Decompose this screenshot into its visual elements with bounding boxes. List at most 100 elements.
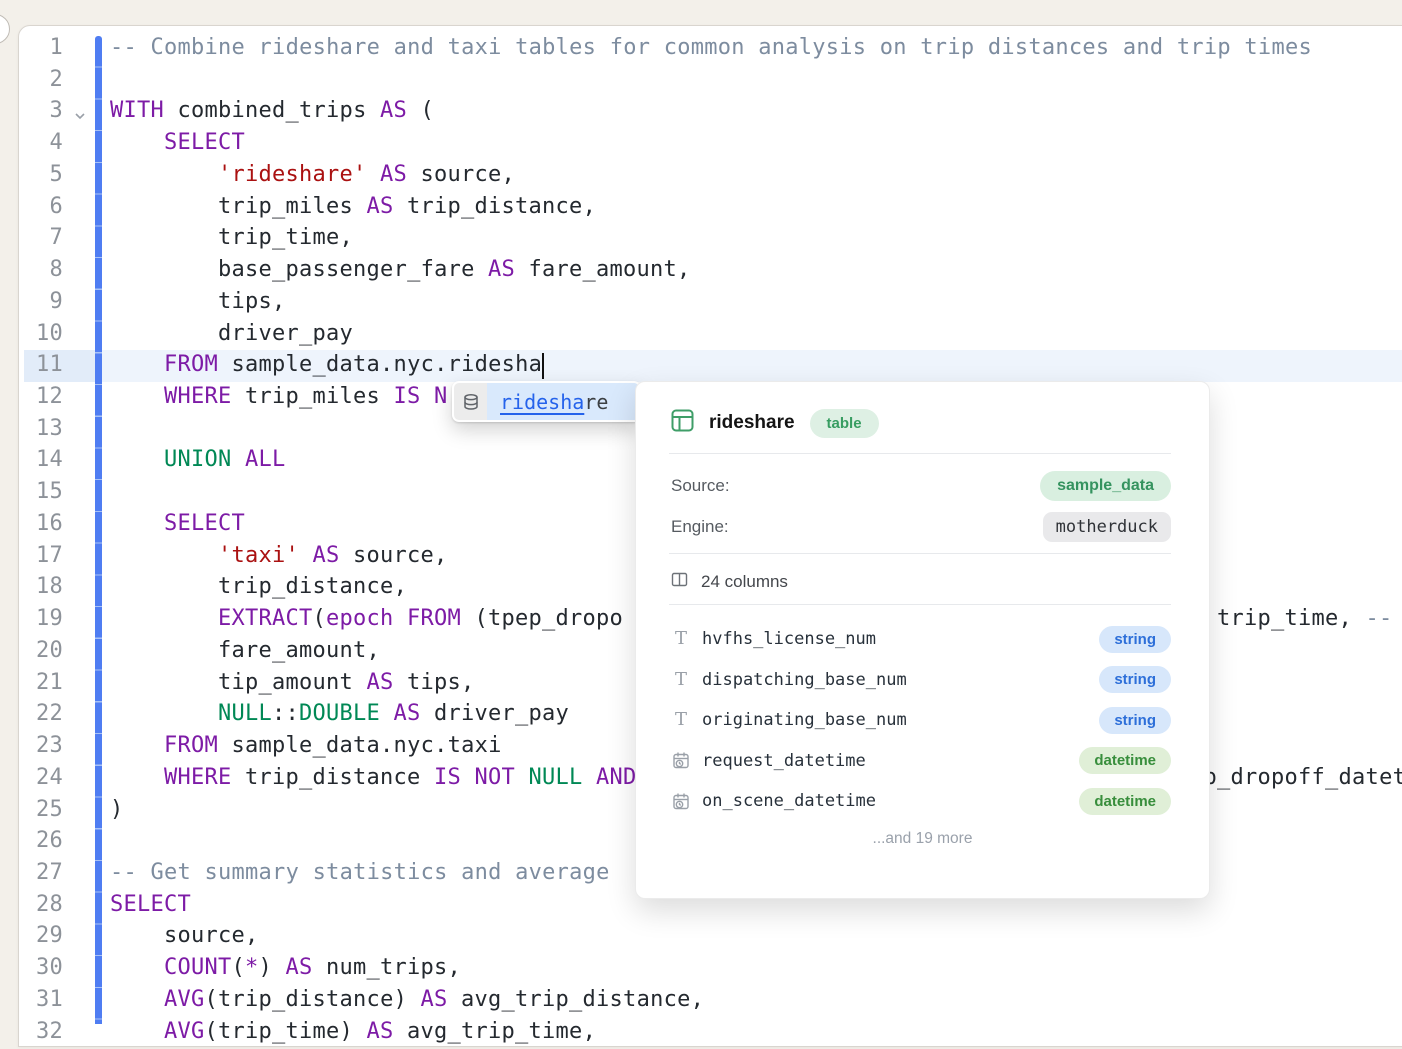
engine-row: Engine: motherduck (671, 507, 1171, 547)
code-line[interactable]: 6trip_milesAStrip_distance, (0, 192, 1402, 224)
database-icon (454, 383, 487, 420)
code-token: WHERE (164, 384, 232, 409)
line-number: 12 (6, 384, 63, 409)
column-type-badge: string (1099, 666, 1171, 693)
line-number: 27 (6, 860, 63, 885)
columns-count-row: 24 columns (671, 564, 788, 600)
code-line[interactable]: 5 'rideshare' AS source, (0, 160, 1402, 192)
code-line[interactable]: 30COUNT(*)ASnum_trips, (0, 953, 1402, 985)
code-line[interactable]: 11 FROM sample_data.nyc.ridesha (0, 350, 1402, 382)
code-token: (trip_time) (205, 1019, 354, 1044)
column-row: on_scene_datetimedatetime (671, 781, 1171, 821)
code-line[interactable]: 3WITHcombined_tripsAS( (0, 96, 1402, 128)
code-token: IS (434, 765, 461, 790)
autocomplete-popup: rideshare (452, 381, 641, 422)
code-token: AS (380, 162, 407, 187)
code-token: AS (286, 955, 313, 980)
line-number: 21 (6, 670, 63, 695)
line-number: 3 (6, 98, 63, 123)
code-token: sample_data.nyc.taxi (232, 733, 502, 758)
code-token: FROM (164, 352, 218, 377)
line-number: 30 (6, 955, 63, 980)
code-token: FROM (164, 733, 218, 758)
line-number: 17 (6, 543, 63, 568)
code-token: sample_data.nyc.ridesha (232, 352, 543, 377)
line-number: 10 (6, 321, 63, 346)
line-number: 7 (6, 225, 63, 250)
code-token: trip_distance, (407, 194, 596, 219)
autocomplete-item-rideshare[interactable]: rideshare (487, 383, 639, 420)
code-token: epoch (326, 606, 394, 631)
line-number: 26 (6, 828, 63, 853)
line-number: 2 (6, 67, 63, 92)
line-number: 11 (6, 352, 63, 377)
column-type-badge: string (1099, 626, 1171, 653)
code-token: tip_amount (218, 670, 353, 695)
code-line[interactable]: 7 trip_time, (0, 223, 1402, 255)
code-token: SELECT (164, 130, 245, 155)
code-token: -- Combine rideshare and taxi tables for… (110, 35, 1312, 60)
code-token: DOUBLE (299, 701, 380, 726)
line-number: 24 (6, 765, 63, 790)
code-token: -- Get summary statistics and average (110, 860, 610, 885)
line-number: 28 (6, 892, 63, 917)
code-line[interactable]: 10driver_pay (0, 319, 1402, 351)
line-number: 5 (6, 162, 63, 187)
code-token: * (245, 955, 259, 980)
code-line[interactable]: 1-- Combine rideshare and taxi tables fo… (0, 33, 1402, 65)
table-icon (671, 409, 694, 437)
column-row: request_datetime datetime (671, 741, 1171, 781)
code-line[interactable]: 29source, (0, 921, 1402, 953)
column-name: request_datetime (702, 751, 866, 771)
code-token: EXTRACT (218, 606, 313, 631)
autocomplete-rest-text: re (584, 390, 608, 414)
line-number: 16 (6, 511, 63, 536)
code-token: combined_trips (178, 98, 367, 123)
code-line[interactable]: 32AVG(trip_time)ASavg_trip_time, (0, 1017, 1402, 1049)
code-token: AVG (164, 1019, 205, 1044)
code-token: ) (259, 955, 273, 980)
column-row: Toriginating_base_numstring (671, 700, 1171, 740)
code-token: fare_amount, (218, 638, 380, 663)
code-token: NOT (475, 765, 516, 790)
code-token: SELECT (164, 511, 245, 536)
source-label: Source: (671, 476, 730, 496)
code-line[interactable]: 4 SELECT (0, 128, 1402, 160)
code-token: AS (367, 1019, 394, 1044)
code-token: NULL (218, 701, 272, 726)
table-name: rideshare (709, 412, 795, 434)
text-icon: T (671, 711, 691, 729)
autocomplete-match-text: ridesha (500, 390, 584, 414)
code-line[interactable]: 9tips, (0, 287, 1402, 319)
line-number: 14 (6, 447, 63, 472)
column-type-badge: datetime (1079, 747, 1171, 774)
table-type-badge: table (810, 409, 879, 438)
code-token: 'rideshare' (218, 162, 367, 187)
line-number: 13 (6, 416, 63, 441)
table-info-header: rideshare table (671, 406, 879, 440)
code-token: source, (421, 162, 516, 187)
code-line[interactable]: 8base_passenger_fareASfare_amount, (0, 255, 1402, 287)
line-number: 32 (6, 1019, 63, 1044)
code-line[interactable]: 31AVG(trip_distance)ASavg_trip_distance, (0, 985, 1402, 1017)
chevron-down-icon[interactable] (72, 105, 90, 123)
line-number: 8 (6, 257, 63, 282)
code-token: AS (367, 670, 394, 695)
line-number: 4 (6, 130, 63, 155)
code-token: :: (272, 701, 299, 726)
code-token: AVG (164, 987, 205, 1012)
code-token: avg_trip_distance, (461, 987, 704, 1012)
line-number: 23 (6, 733, 63, 758)
code-token: ) (110, 797, 124, 822)
code-token: NULL (529, 765, 583, 790)
code-token: ( (232, 955, 246, 980)
code-token: p_dropoff_datet (1204, 765, 1402, 790)
column-row: Thvfhs_license_numstring (671, 619, 1171, 659)
code-token: IS (394, 384, 421, 409)
code-line[interactable]: 2 (0, 65, 1402, 97)
code-token: trip_time, (218, 225, 353, 250)
code-token: trip_distance, (218, 574, 407, 599)
calendar-clock-icon (671, 792, 691, 811)
code-token: (trip_distance) (205, 987, 408, 1012)
column-name: on_scene_datetime (702, 791, 876, 811)
